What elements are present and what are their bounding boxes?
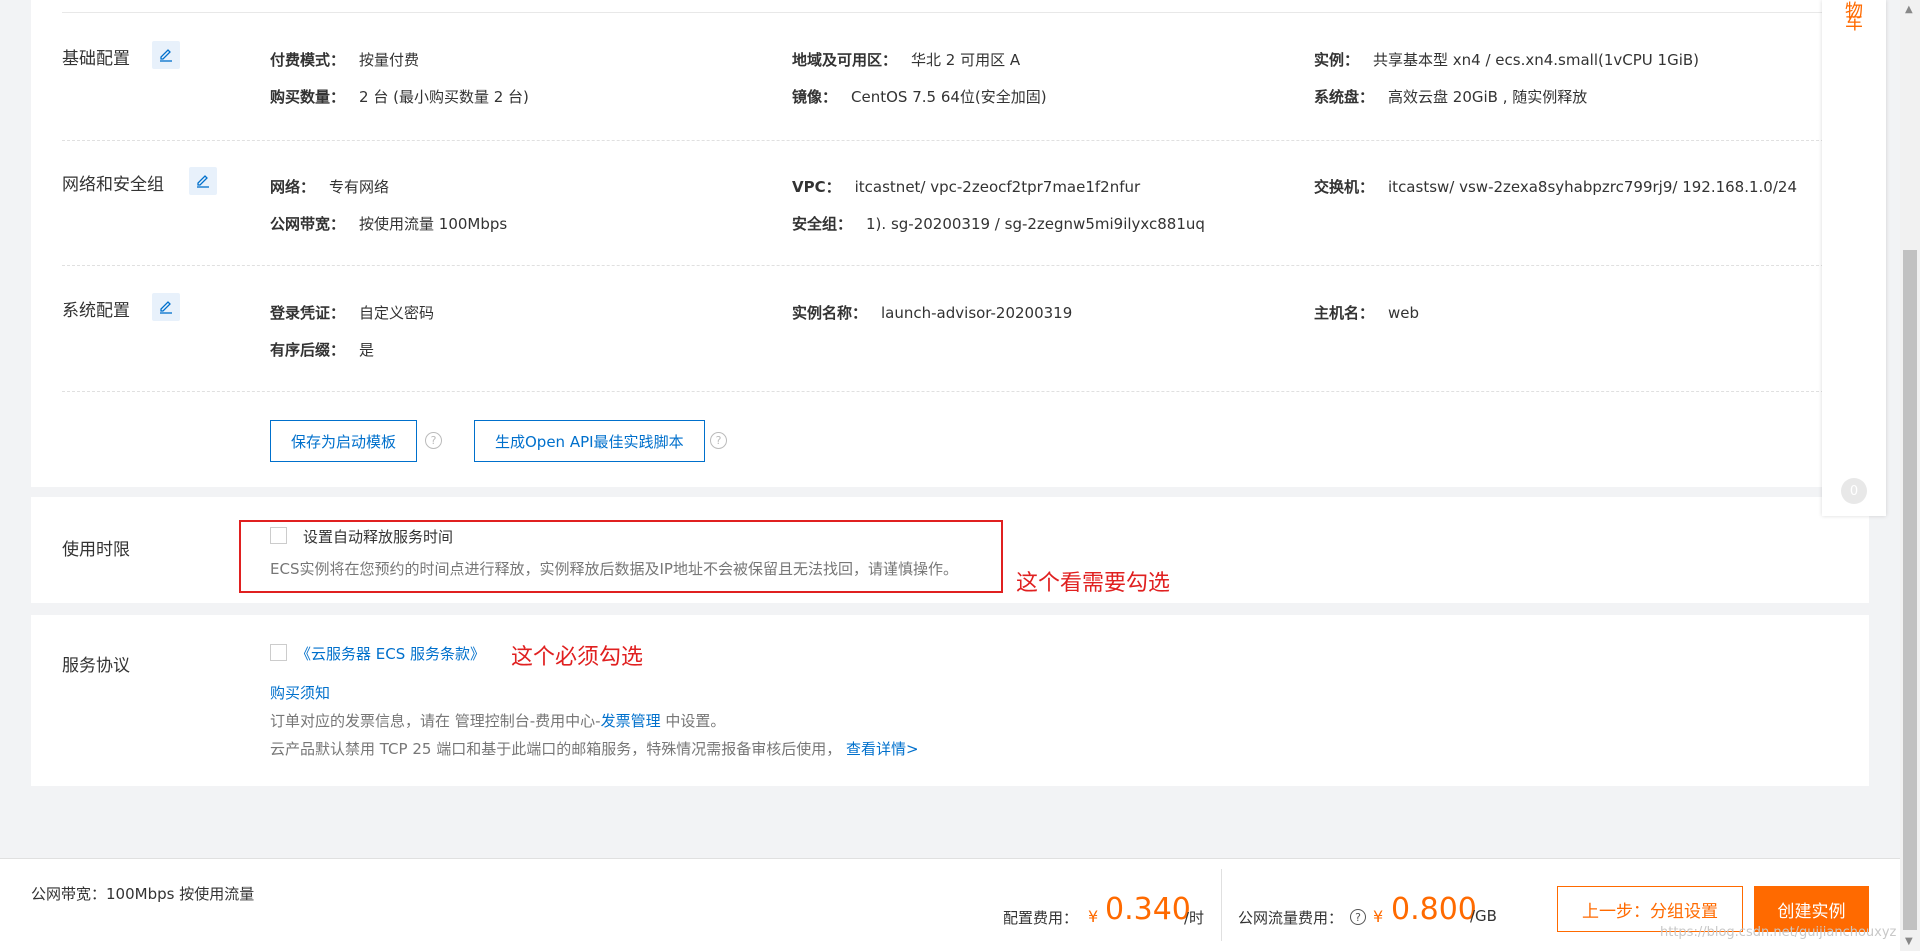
help-icon[interactable]: ? <box>1350 909 1366 925</box>
divider <box>62 265 1869 266</box>
field-billing-mode: 付费模式： 按量付费 <box>270 51 420 69</box>
field-quantity: 购买数量： 2 台 (最小购买数量 2 台) <box>270 88 529 106</box>
cart-count-badge: 0 <box>1841 478 1867 504</box>
config-fee-value: 0.340 <box>1105 892 1191 927</box>
divider <box>62 140 1869 141</box>
section-title-basic: 基础配置 <box>62 49 130 69</box>
scroll-thumb[interactable] <box>1903 250 1917 930</box>
config-fee-label: 配置费用： <box>1003 909 1079 927</box>
field-instance: 实例： 共享基本型 xn4 / ecs.xn4.small(1vCPU 1GiB) <box>1314 51 1700 69</box>
field-instance-name: 实例名称： launch-advisor-20200319 <box>792 304 1073 322</box>
scroll-up-icon[interactable]: ▲ <box>1905 4 1915 15</box>
port-note: 云产品默认禁用 TCP 25 端口和基于此端口的邮箱服务，特殊情况需报备审核后使… <box>270 740 919 758</box>
field-image: 镜像： CentOS 7.5 64位(安全加固) <box>792 88 1047 106</box>
edit-icon <box>197 175 209 188</box>
terms-link[interactable]: 《云服务器 ECS 服务条款》 <box>296 643 485 664</box>
field-ordered-suffix: 有序后缀：是 <box>270 341 375 359</box>
section-title-usage: 使用时限 <box>62 540 130 560</box>
field-vswitch: 交换机： itcastsw/ vsw-2zexa8syhabpzrc799rj9/… <box>1314 178 1797 196</box>
traffic-fee-label: 公网流量费用： <box>1238 909 1344 927</box>
order-footer: 公网带宽：100Mbps 按使用流量 配置费用： ¥ 0.340 /时 公网流量… <box>0 858 1900 951</box>
field-security-group: 安全组： 1). sg-20200319 / sg-2zegnw5mi9ilyxc… <box>792 215 1205 233</box>
traffic-fee-currency: ¥ <box>1373 907 1384 926</box>
scrollbar[interactable]: ▲ ▼ <box>1900 0 1920 951</box>
edit-basic-button[interactable] <box>152 41 180 69</box>
annotation-optional: 这个看需要勾选 <box>1016 571 1171 596</box>
field-login-credential: 登录凭证： 自定义密码 <box>270 304 435 322</box>
generate-openapi-script-button[interactable]: 生成Open API最佳实践脚本 <box>474 420 705 462</box>
auto-release-label: 设置自动释放服务时间 <box>303 528 454 546</box>
section-title-service: 服务协议 <box>62 656 130 676</box>
divider <box>62 12 1869 13</box>
edit-network-button[interactable] <box>189 167 217 195</box>
watermark: https://blog.csdn.net/guijianchouxyz <box>1660 925 1897 940</box>
purchase-notice-link[interactable]: 购买须知 <box>270 682 330 703</box>
save-launch-template-button[interactable]: 保存为启动模板 <box>270 420 418 462</box>
config-fee-unit: /时 <box>1184 909 1205 927</box>
traffic-fee-unit: /GB <box>1470 907 1497 925</box>
auto-release-note: ECS实例将在您预约的时间点进行释放，实例释放后数据及IP地址不会被保留且无法找… <box>270 560 958 578</box>
cart-label-bottom: 车 <box>1845 13 1863 34</box>
invoice-note: 订单对应的发票信息，请在 管理控制台-费用中心-发票管理 中设置。 <box>270 712 726 730</box>
view-details-link[interactable]: 查看详情> <box>846 740 919 758</box>
config-fee-currency: ¥ <box>1088 907 1099 926</box>
field-network: 网络： 专有网络 <box>270 178 390 196</box>
edit-system-button[interactable] <box>152 293 180 321</box>
field-system-disk: 系统盘： 高效云盘 20GiB , 随实例释放 <box>1314 88 1588 106</box>
footer-bandwidth: 公网带宽：100Mbps 按使用流量 <box>31 885 255 903</box>
edit-icon <box>160 301 172 314</box>
section-title-system: 系统配置 <box>62 301 130 321</box>
scroll-down-icon[interactable]: ▼ <box>1905 936 1915 947</box>
edit-icon <box>160 49 172 62</box>
terms-checkbox[interactable] <box>270 644 287 661</box>
invoice-management-link[interactable]: 发票管理 <box>601 712 661 730</box>
help-icon[interactable]: ? <box>710 432 727 449</box>
help-icon[interactable]: ? <box>425 432 442 449</box>
auto-release-checkbox[interactable] <box>270 527 287 544</box>
fee-separator <box>1221 869 1222 941</box>
field-hostname: 主机名： web <box>1314 304 1420 322</box>
traffic-fee-value: 0.800 <box>1391 892 1477 927</box>
field-vpc: VPC： itcastnet/ vpc-2zeocf2tpr7mae1f2nfur <box>792 178 1141 196</box>
cart-rail[interactable]: 物 车 0 <box>1822 0 1886 516</box>
field-region: 地域及可用区： 华北 2 可用区 A <box>792 51 1021 69</box>
section-title-network: 网络和安全组 <box>62 175 164 195</box>
divider <box>62 391 1869 392</box>
config-summary-panel <box>31 0 1869 487</box>
annotation-required: 这个必须勾选 <box>511 645 644 670</box>
field-public-bandwidth: 公网带宽： 按使用流量 100Mbps <box>270 215 508 233</box>
